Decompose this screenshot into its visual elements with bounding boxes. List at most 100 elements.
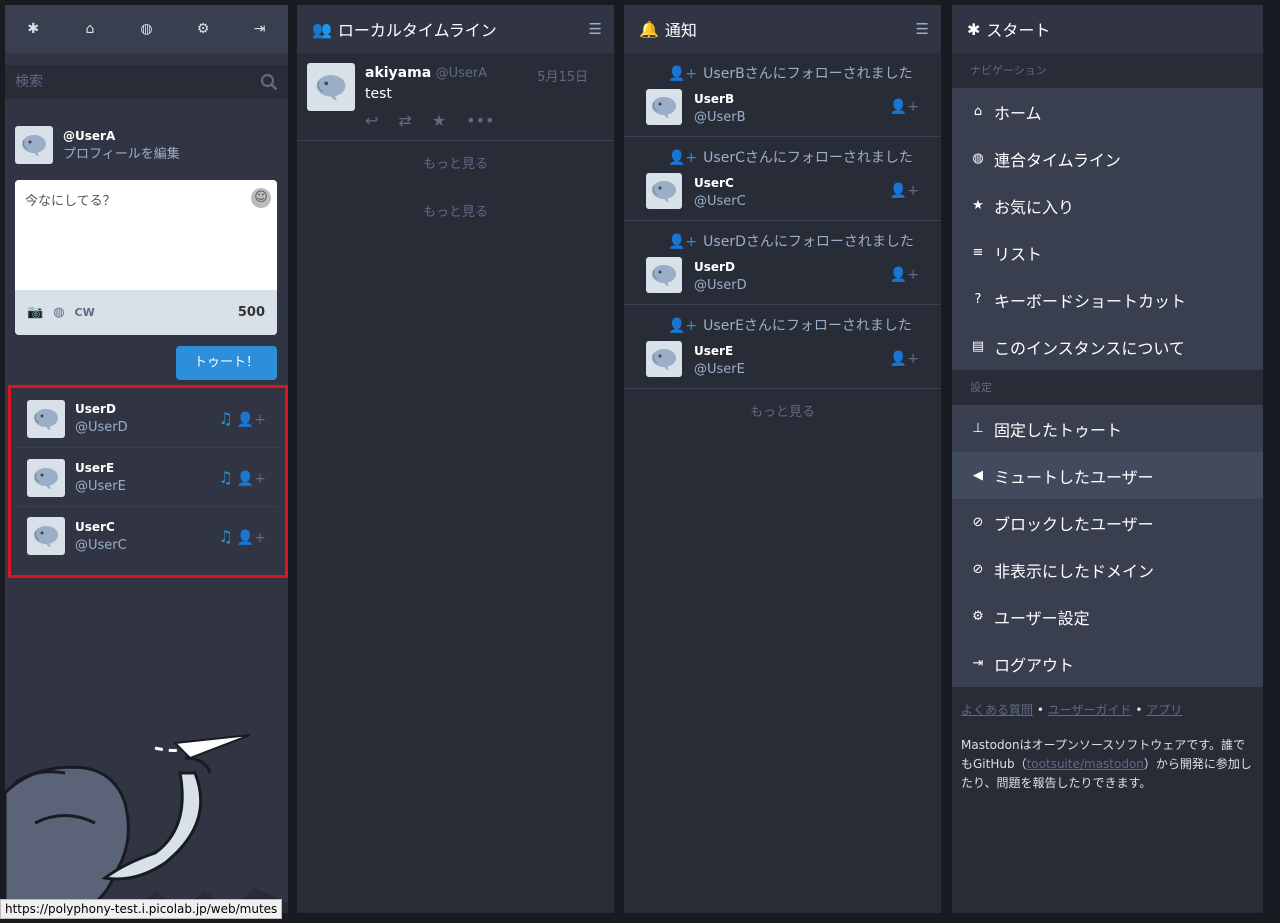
load-more-button[interactable]: もっと見る <box>624 389 941 437</box>
column-header[interactable]: 🔔 通知 ☰ <box>624 5 941 53</box>
search-result-account[interactable]: UserD @UserD ♫ 👤+ <box>15 390 278 448</box>
boost-icon[interactable]: ⇄ <box>398 111 411 130</box>
logout-icon[interactable]: ⇥ <box>232 21 288 37</box>
edit-profile-link[interactable]: プロフィールを編集 <box>63 147 180 162</box>
cw-button[interactable]: CW <box>75 306 95 319</box>
faq-link[interactable]: よくある質問 <box>961 703 1033 717</box>
more-icon[interactable]: ••• <box>466 111 494 130</box>
account-handle: @UserD <box>694 278 747 293</box>
favourite-icon[interactable]: ★ <box>432 111 446 130</box>
nav-muted-users[interactable]: ◀ ミュートしたユーザー <box>952 452 1263 499</box>
nav-keyboard-shortcuts[interactable]: ? キーボードショートカット <box>952 276 1263 323</box>
bell-icon: 🔔 <box>639 19 659 39</box>
account-handle: @UserD <box>75 420 128 435</box>
avatar[interactable] <box>15 126 53 164</box>
nav-hidden-domains[interactable]: ⊘ 非表示にしたドメイン <box>952 546 1263 593</box>
nav-label: 固定したトゥート <box>994 420 1123 440</box>
compose-textarea[interactable] <box>15 180 277 290</box>
toot-button[interactable]: トゥート！ <box>176 346 277 380</box>
follow-icon[interactable]: 👤+ <box>237 471 266 487</box>
nav-logout[interactable]: ⇥ ログアウト <box>952 640 1263 687</box>
load-more-button[interactable]: もっと見る <box>297 189 614 237</box>
getting-started-icon[interactable]: ✱ <box>5 21 61 37</box>
settings-sliders-icon[interactable]: ☰ <box>589 20 602 38</box>
load-more-button[interactable]: もっと見る <box>297 141 614 189</box>
music-icon[interactable]: ♫ <box>218 468 232 487</box>
list-icon: ≡ <box>972 245 984 260</box>
character-counter: 500 <box>237 305 265 320</box>
status-bar-url: https://polyphony-test.i.picolab.jp/web/… <box>0 899 283 919</box>
nav-home[interactable]: ⌂ ホーム <box>952 88 1263 135</box>
avatar[interactable] <box>646 341 682 377</box>
music-icon[interactable]: ♫ <box>218 527 232 546</box>
follow-icon[interactable]: 👤+ <box>890 99 919 115</box>
follow-icon[interactable]: 👤+ <box>890 267 919 283</box>
notification-item[interactable]: 👤+ UserCさんにフォローされました UserC @UserC 👤+ <box>624 137 941 221</box>
account-name: UserE <box>694 344 734 358</box>
nav-label: 非表示にしたドメイン <box>994 561 1155 581</box>
status-author-name[interactable]: akiyama <box>365 65 431 81</box>
account-handle: @UserE <box>694 362 745 377</box>
github-link[interactable]: tootsuite/mastodon <box>1027 757 1144 771</box>
avatar[interactable] <box>646 257 682 293</box>
globe-icon[interactable]: ◍ <box>118 21 174 37</box>
avatar[interactable] <box>646 173 682 209</box>
avatar[interactable] <box>27 458 65 497</box>
footer: よくある質問 • ユーザーガイド • アプリ Mastodonはオープンソースソ… <box>961 703 1252 790</box>
nav-federated-timeline[interactable]: ◍ 連合タイムライン <box>952 135 1263 182</box>
status-content: test <box>365 86 392 102</box>
privacy-globe-icon[interactable]: ◍ <box>53 305 64 320</box>
avatar[interactable] <box>646 89 682 125</box>
notification-item[interactable]: 👤+ UserBさんにフォローされました UserB @UserB 👤+ <box>624 53 941 137</box>
nav-label: ログアウト <box>994 655 1075 675</box>
follow-icon[interactable]: 👤+ <box>890 351 919 367</box>
gear-icon[interactable]: ⚙ <box>175 21 231 37</box>
user-plus-icon: 👤+ <box>668 318 698 334</box>
camera-icon[interactable]: 📷 <box>27 305 43 320</box>
music-icon[interactable]: ♫ <box>218 409 232 428</box>
nav-label: ホーム <box>994 103 1042 123</box>
reply-icon[interactable]: ↩ <box>365 111 378 130</box>
follow-icon[interactable]: 👤+ <box>890 183 919 199</box>
nav-label: ブロックしたユーザー <box>994 514 1154 534</box>
nav-favourites[interactable]: ★ お気に入り <box>952 182 1263 229</box>
account-name: UserC <box>694 176 734 190</box>
column-header[interactable]: 👥 ローカルタイムライン ☰ <box>297 5 614 53</box>
account-handle: @UserB <box>694 110 746 125</box>
user-plus-icon: 👤+ <box>668 66 698 82</box>
notification-item[interactable]: 👤+ UserEさんにフォローされました UserE @UserE 👤+ <box>624 305 941 389</box>
column-title: スタート <box>986 21 1051 40</box>
nav-pinned-toots[interactable]: ⊥ 固定したトゥート <box>952 405 1263 452</box>
notification-item[interactable]: 👤+ UserDさんにフォローされました UserD @UserD 👤+ <box>624 221 941 305</box>
users-icon: 👥 <box>312 19 332 39</box>
local-timeline-column: 👥 ローカルタイムライン ☰ akiyama @UserA 5月15日 test… <box>297 5 614 913</box>
user-guide-link[interactable]: ユーザーガイド <box>1048 703 1132 717</box>
emoji-picker-icon[interactable]: ☺ <box>251 188 271 208</box>
settings-sliders-icon[interactable]: ☰ <box>916 20 929 38</box>
search-icon[interactable] <box>260 73 278 91</box>
avatar[interactable] <box>27 517 65 555</box>
avatar[interactable] <box>27 399 65 438</box>
home-icon[interactable]: ⌂ <box>62 21 118 37</box>
nav-about-instance[interactable]: ▤ このインスタンスについて <box>952 323 1263 370</box>
search-input[interactable] <box>5 65 288 99</box>
column-title: ローカルタイムライン <box>337 21 497 40</box>
status-date[interactable]: 5月15日 <box>537 66 588 85</box>
status-item[interactable]: akiyama @UserA 5月15日 test ↩ ⇄ ★ ••• <box>297 53 614 141</box>
nav-blocked-users[interactable]: ⊘ ブロックしたユーザー <box>952 499 1263 546</box>
follow-icon[interactable]: 👤+ <box>237 530 266 546</box>
column-header: ✱ スタート <box>952 5 1263 53</box>
account-name: UserB <box>694 92 735 106</box>
avatar[interactable] <box>307 63 355 111</box>
nav-user-preferences[interactable]: ⚙ ユーザー設定 <box>952 593 1263 640</box>
section-label: 設定 <box>952 370 1263 405</box>
notifications-column: 🔔 通知 ☰ 👤+ UserBさんにフォローされました UserB @UserB 👤… <box>624 5 941 913</box>
nav-lists[interactable]: ≡ リスト <box>952 229 1263 276</box>
search-result-account[interactable]: UserE @UserE ♫ 👤+ <box>15 449 278 507</box>
question-icon: ? <box>974 292 982 307</box>
follow-icon[interactable]: 👤+ <box>237 412 266 428</box>
account-name: UserE <box>75 461 115 475</box>
volume-off-icon: ◀ <box>973 468 983 483</box>
search-result-account[interactable]: UserC @UserC ♫ 👤+ <box>15 507 278 565</box>
apps-link[interactable]: アプリ <box>1146 703 1182 717</box>
